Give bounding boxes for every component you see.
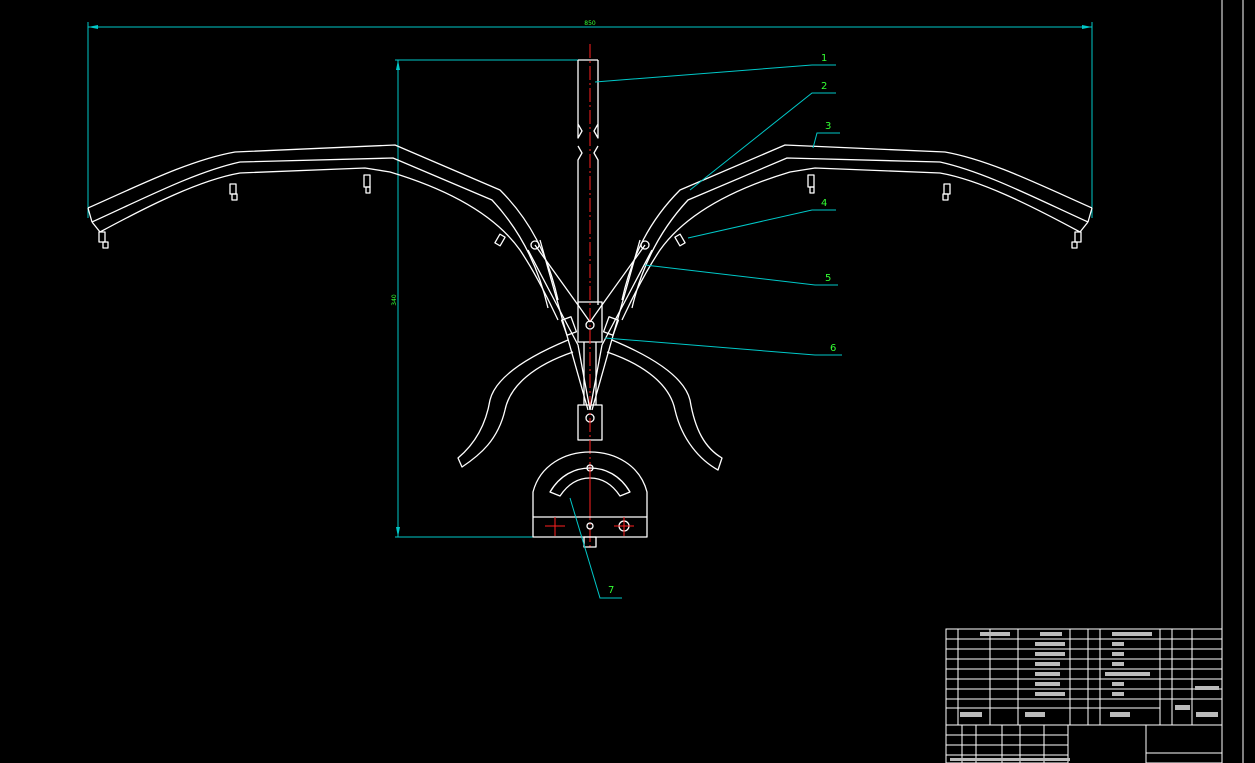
leader-label-2: 2 <box>821 81 827 92</box>
leader-label-6: 6 <box>830 343 836 354</box>
leader-label-4: 4 <box>821 198 827 209</box>
nozzles-left <box>98 174 506 249</box>
nozzles-right <box>674 174 1082 249</box>
right-wing <box>621 144 1093 321</box>
leader-label-3: 3 <box>825 121 831 132</box>
leader-label-1: 1 <box>821 53 827 64</box>
leader-lines <box>569 64 842 599</box>
sheet-border <box>1221 0 1244 763</box>
revision-block <box>945 724 1223 763</box>
parts-list-table <box>945 628 1223 726</box>
leader-label-5: 5 <box>825 273 831 284</box>
cad-drawing-canvas: 850 340 1 2 3 4 5 6 7 <box>87 0 1244 763</box>
height-dimension: 340 <box>391 59 595 538</box>
left-wing <box>87 144 559 321</box>
leader-labels: 1 2 3 4 5 6 7 <box>608 53 836 596</box>
leader-label-7: 7 <box>608 585 614 596</box>
overall-width-value: 850 <box>584 20 596 27</box>
height-value: 340 <box>391 294 398 306</box>
